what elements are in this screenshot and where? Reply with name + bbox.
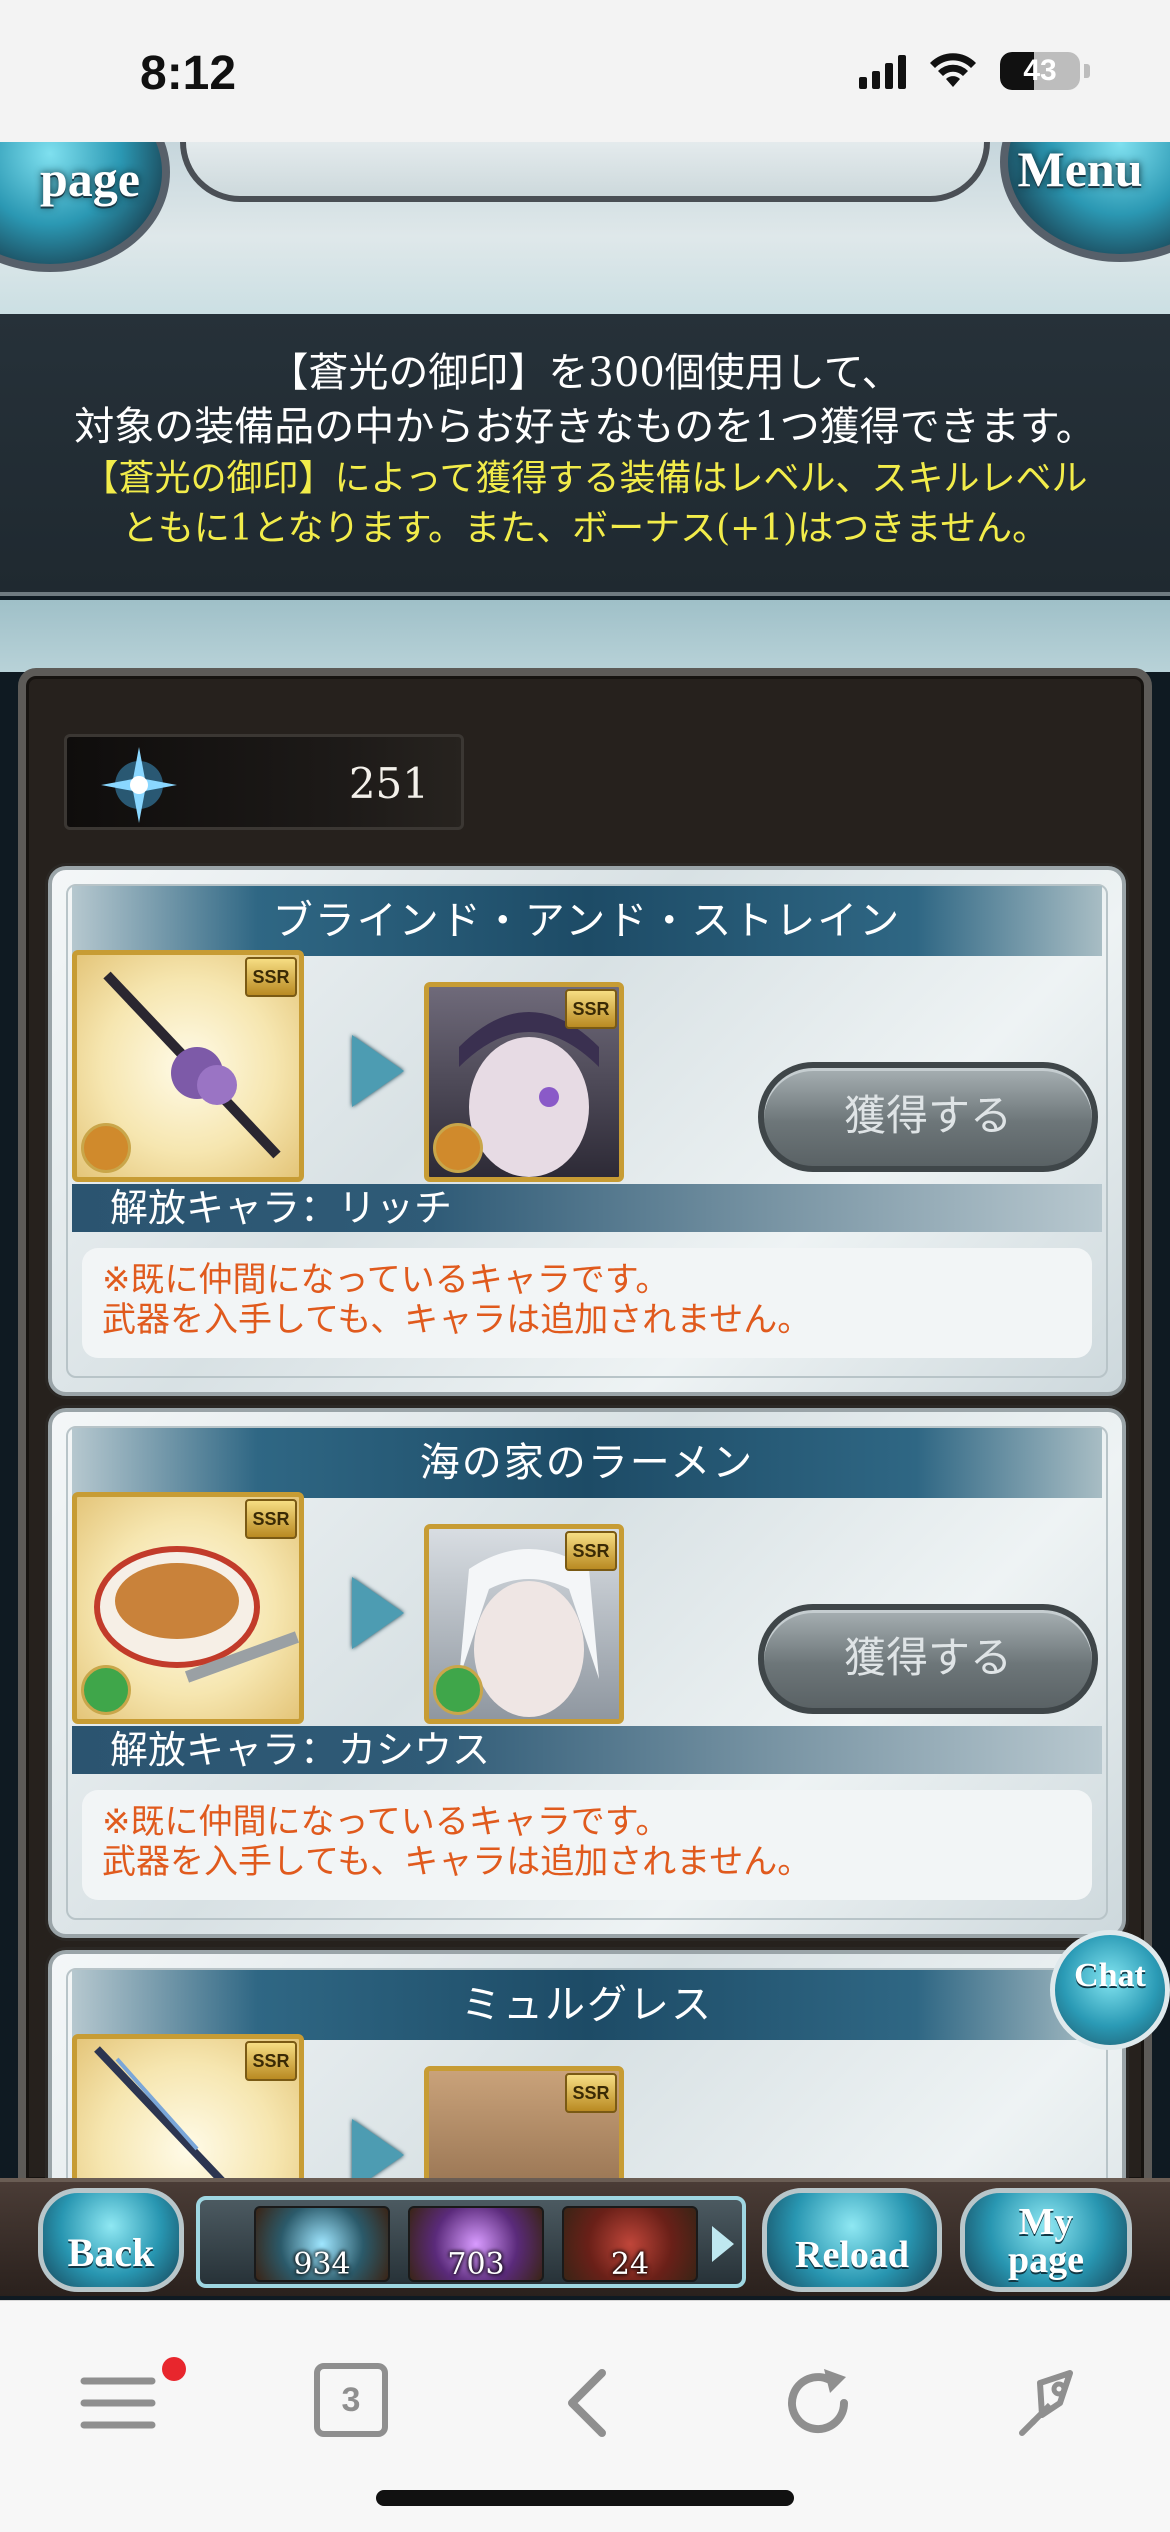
info-line-3: 【蒼光の御印】によって獲得する装備はレベル、スキルレベル [82,458,1088,499]
item-card: 海の家のラーメン SSR SSR 獲得する 解放キャラ：カシウス ※既に仲間にな… [48,1408,1126,1938]
note-box: ※既に仲間になっているキャラです。 武器を入手しても、キャラは追加されません。 [82,1790,1092,1900]
rocket-icon[interactable] [1012,2363,1092,2443]
background-strip [0,600,1170,672]
notification-dot [162,2357,186,2381]
chat-button[interactable]: Chat [1050,1930,1170,2050]
mypage-label: My page [965,2203,1127,2279]
exchange-panel[interactable]: 251 ブラインド・アンド・ストレイン SSR SSR 獲得する 解放キャラ：リ… [18,668,1152,2188]
character-thumbnail[interactable]: SSR [424,2066,624,2180]
note-line-1: ※既に仲間になっているキャラです。 [102,1802,670,1842]
battery-icon: 43 [1000,52,1080,90]
ssr-badge: SSR [565,1531,617,1571]
crystal-count: 934 [293,2247,351,2282]
wifi-icon [930,53,976,87]
back-arrow-icon[interactable] [548,2363,628,2443]
book-count: 24 [610,2247,650,2282]
obtain-button[interactable]: 獲得する [758,1062,1098,1172]
item-name: ミュルグレス [72,1970,1102,2040]
info-line-2: 対象の装備品の中からお好きなものを1つ獲得できます。 [74,404,1096,450]
status-icons: 43 [859,52,1090,90]
weapon-thumbnail[interactable]: SSR [72,950,304,1182]
weapon-thumbnail[interactable]: SSR [72,1492,304,1724]
item-name: ブラインド・アンド・ストレイン [72,886,1102,956]
ssr-badge: SSR [245,1499,297,1539]
wind-element-icon [81,1665,131,1715]
menu-icon[interactable] [78,2363,158,2443]
fire-element-icon [81,1123,131,1173]
chat-label: Chat [1074,1957,1146,1994]
blue-star-seal-icon [101,747,177,823]
mypage-label-line-2: page [1008,2239,1084,2281]
signal-icon [859,53,906,89]
header-title-frame [180,142,990,202]
ssr-badge: SSR [565,2073,617,2113]
release-character-label: 解放キャラ：リッチ [72,1184,1102,1232]
status-bar: 8:12 43 [0,0,1170,142]
reload-button[interactable]: Reload [762,2188,942,2292]
purple-crystal-icon[interactable]: 703 [408,2206,544,2282]
reload-icon[interactable] [778,2363,858,2443]
seal-counter: 251 [64,734,464,830]
item-name: 海の家のラーメン [72,1428,1102,1498]
weapon-thumbnail[interactable]: SSR [72,2034,304,2180]
fire-element-icon [433,1123,483,1173]
battery-level: 43 [1023,54,1057,87]
character-thumbnail[interactable]: SSR [424,982,624,1182]
ssr-badge: SSR [565,989,617,1029]
arrow-right-icon [352,1577,404,1649]
battery-nub [1084,64,1090,78]
ssr-badge: SSR [245,2041,297,2081]
mypage-top-label: page [40,151,140,207]
crystal-icon[interactable]: 934 [254,2206,390,2282]
item-card: ブラインド・アンド・ストレイン SSR SSR 獲得する 解放キャラ：リッチ ※… [48,866,1126,1396]
seal-count: 251 [348,759,429,808]
note-box: ※既に仲間になっているキャラです。 武器を入手しても、キャラは追加されません。 [82,1248,1092,1358]
home-indicator [376,2490,794,2506]
character-thumbnail[interactable]: SSR [424,1524,624,1724]
reload-label: Reload [795,2234,909,2276]
obtain-button[interactable]: 獲得する [758,1604,1098,1714]
wind-element-icon [433,1665,483,1715]
arrow-right-icon [352,1035,404,1107]
status-time: 8:12 [140,47,237,100]
ssr-badge: SSR [245,957,297,997]
back-button[interactable]: Back [38,2188,184,2292]
note-line-1: ※既に仲間になっているキャラです。 [102,1260,670,1300]
mypage-label-line-1: My [1018,2201,1074,2243]
tray-next-arrow-icon[interactable] [712,2226,734,2262]
game-bottom-nav: Back 934 703 24 Reload My page [0,2178,1170,2296]
mypage-button[interactable]: My page [960,2188,1132,2292]
release-character-label: 解放キャラ：カシウス [72,1726,1102,1774]
game-header: page Menu [0,142,1170,314]
menu-button[interactable]: Menu [1000,142,1170,262]
purple-crystal-count: 703 [447,2247,505,2282]
info-line-4: ともに1となります。また、ボーナス(+1)はつきません。 [121,508,1049,549]
item-card: ミュルグレス SSR SSR [48,1950,1126,2180]
back-label: Back [67,2230,155,2275]
mypage-top-button[interactable]: page [0,142,170,272]
info-line-1: 【蒼光の御印】を300個使用して、 [268,350,902,396]
note-line-2: 武器を入手しても、キャラは追加されません。 [102,1300,812,1340]
book-icon[interactable]: 24 [562,2206,698,2282]
menu-label: Menu [1017,142,1143,197]
resource-tray[interactable]: 934 703 24 [196,2196,746,2288]
tabs-button[interactable]: 3 [314,2363,388,2437]
note-line-2: 武器を入手しても、キャラは追加されません。 [102,1842,812,1882]
info-banner: 【蒼光の御印】を300個使用して、 対象の装備品の中からお好きなものを1つ獲得で… [0,314,1170,596]
